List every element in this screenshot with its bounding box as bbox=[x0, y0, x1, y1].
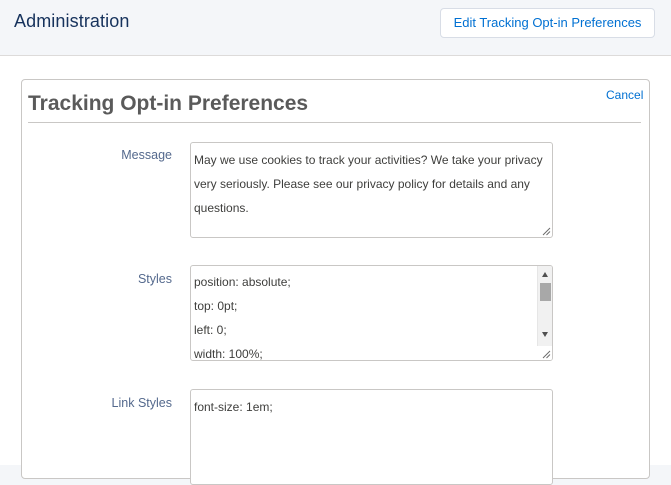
link-styles-textarea[interactable]: font-size: 1em; bbox=[190, 389, 553, 485]
scrollbar-thumb[interactable] bbox=[540, 283, 551, 301]
resize-grip-icon[interactable] bbox=[542, 227, 551, 236]
link-styles-text-line: font-size: 1em; bbox=[194, 400, 273, 414]
cancel-link[interactable]: Cancel bbox=[606, 88, 643, 102]
message-label: Message bbox=[121, 148, 172, 162]
styles-text-line: width: 100%; bbox=[194, 347, 263, 361]
styles-text-line: top: 0pt; bbox=[194, 299, 238, 313]
styles-textarea[interactable]: position: absolute; top: 0pt; left: 0; w… bbox=[190, 265, 553, 361]
scroll-down-arrow-icon[interactable] bbox=[542, 332, 548, 337]
link-styles-label: Link Styles bbox=[111, 396, 172, 410]
page-title: Administration bbox=[14, 11, 130, 31]
card-title: Tracking Opt-in Preferences bbox=[28, 92, 309, 115]
scroll-up-arrow-icon[interactable] bbox=[542, 272, 548, 277]
message-text-line: May we use cookies to track your activit… bbox=[194, 153, 543, 167]
styles-text-line: position: absolute; bbox=[194, 275, 291, 289]
styles-text-line: left: 0; bbox=[194, 323, 227, 337]
resize-grip-icon[interactable] bbox=[542, 350, 551, 359]
card-title-divider bbox=[28, 122, 641, 123]
page-header: Administration Edit Tracking Opt-in Pref… bbox=[0, 0, 671, 56]
styles-label: Styles bbox=[137, 272, 172, 286]
edit-tracking-optin-preferences-button[interactable]: Edit Tracking Opt-in Preferences bbox=[440, 8, 655, 38]
message-text-line: very seriously. Please see our privacy p… bbox=[194, 177, 530, 191]
message-textarea[interactable]: May we use cookies to track your activit… bbox=[190, 142, 553, 238]
message-text-line: questions. bbox=[194, 201, 249, 215]
